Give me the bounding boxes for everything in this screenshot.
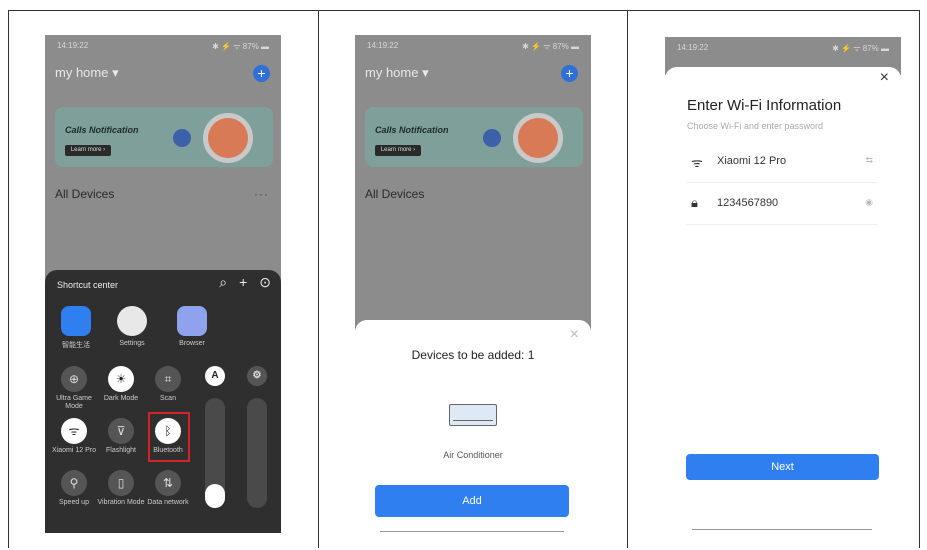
all-devices-heading: All Devices <box>365 187 425 201</box>
home-selector[interactable]: my home ▾ <box>365 65 429 81</box>
status-bar: 14:19:22 ✱ ⚡ ᯤ 87% ▬ <box>45 35 281 57</box>
data-network-icon: ⇅ <box>155 470 181 496</box>
wifi-network-field[interactable]: ᯤ Xiaomi 12 Pro ⇆ <box>687 141 877 183</box>
home-selector[interactable]: my home ▾ <box>55 65 119 81</box>
phone-call-icon <box>203 113 253 163</box>
volume-slider[interactable] <box>247 398 267 508</box>
banner-title: Calls Notification <box>375 125 449 135</box>
settings-icon <box>117 306 147 336</box>
calls-notification-banner[interactable]: Calls Notification Learn more › <box>55 107 273 167</box>
app-settings[interactable]: Settings <box>107 306 157 347</box>
switch-network-icon[interactable]: ⇆ <box>865 155 873 166</box>
air-conditioner-icon <box>449 404 497 426</box>
gear-icon[interactable]: ⚙ <box>247 366 267 386</box>
add-device-button[interactable]: + <box>561 65 578 82</box>
learn-more-button[interactable]: Learn more › <box>65 145 111 156</box>
status-icons: ✱ ⚡ ᯤ 87% ▬ <box>212 42 269 51</box>
wifi-info-subtitle: Choose Wi-Fi and enter password <box>687 121 824 131</box>
more-options-icon[interactable]: ··· <box>254 187 269 201</box>
status-time: 14:19:22 <box>367 41 399 50</box>
phone-screen-wifi-info: 14:19:22 ✱ ⚡ ᯤ 87% ▬ × Enter Wi-Fi Infor… <box>665 37 901 533</box>
wifi-password-field[interactable]: 🔒︎ 1234567890 ◉ <box>687 183 877 225</box>
panel-divider <box>318 10 319 548</box>
calls-notification-banner[interactable]: Calls Notification Learn more › <box>365 107 583 167</box>
status-icons: ✱ ⚡ ᯤ 87% ▬ <box>522 42 579 51</box>
toggle-wifi[interactable]: ᯤ Xiaomi 12 Pro <box>49 418 99 455</box>
add-button[interactable]: Add <box>375 485 569 517</box>
shortcut-center-panel: Shortcut center ⌕ + ⊙ 智能生活 Settings Brow… <box>45 270 281 533</box>
speed-up-icon: ⚲ <box>61 470 87 496</box>
lock-icon: 🔒︎ <box>691 195 698 210</box>
wifi-icon: ᯤ <box>691 155 703 170</box>
next-button[interactable]: Next <box>686 454 879 480</box>
eye-icon[interactable]: ◉ <box>865 197 873 208</box>
wifi-network-name: Xiaomi 12 Pro <box>717 155 787 167</box>
brightness-slider-fill <box>205 484 225 508</box>
shortcut-center-title: Shortcut center <box>57 280 119 290</box>
wifi-icon: ᯤ <box>61 418 87 444</box>
panel-divider <box>627 10 628 548</box>
vibration-icon: ▯ <box>108 470 134 496</box>
home-indicator <box>380 531 564 532</box>
auto-brightness-button[interactable]: A <box>205 366 225 386</box>
device-name: Air Conditioner <box>443 450 503 460</box>
dark-mode-icon: ☀ <box>108 366 134 392</box>
game-mode-icon: ⊕ <box>61 366 87 392</box>
wifi-info-sheet: × Enter Wi-Fi Information Choose Wi-Fi a… <box>665 67 901 533</box>
phone-screen-shortcut-center: 14:19:22 ✱ ⚡ ᯤ 87% ▬ my home ▾ + Calls N… <box>45 35 281 533</box>
close-icon[interactable]: × <box>570 326 579 344</box>
toggle-vibration-mode[interactable]: ▯ Vibration Mode <box>96 470 146 507</box>
browser-icon <box>177 306 207 336</box>
scan-icon: ⌗ <box>155 366 181 392</box>
smart-life-icon <box>61 306 91 336</box>
toggle-speed-up[interactable]: ⚲ Speed up <box>49 470 99 507</box>
toggle-flashlight[interactable]: ⊽ Flashlight <box>96 418 146 455</box>
status-bar: 14:19:22 ✱ ⚡ ᯤ 87% ▬ <box>665 37 901 59</box>
wifi-password-value: 1234567890 <box>717 197 779 209</box>
home-indicator <box>692 529 872 530</box>
brightness-slider[interactable] <box>205 398 225 508</box>
chat-bubble-icon <box>483 129 501 147</box>
all-devices-heading: All Devices <box>55 187 115 201</box>
app-browser[interactable]: Browser <box>167 306 217 347</box>
devices-to-add-sheet: × Devices to be added: 1 Air Conditioner… <box>355 320 591 533</box>
status-icons: ✱ ⚡ ᯤ 87% ▬ <box>832 44 889 53</box>
wifi-info-title: Enter Wi-Fi Information <box>687 97 842 114</box>
collapse-icon[interactable]: ⊙ <box>259 274 271 291</box>
app-smart-life[interactable]: 智能生活 <box>51 306 101 350</box>
toggle-data-network[interactable]: ⇅ Data network <box>143 470 193 507</box>
chat-bubble-icon <box>173 129 191 147</box>
toggle-scan[interactable]: ⌗ Scan <box>143 366 193 403</box>
status-time: 14:19:22 <box>57 41 89 50</box>
bluetooth-highlight-box <box>148 412 190 462</box>
plus-icon[interactable]: + <box>239 274 247 291</box>
phone-call-icon <box>513 113 563 163</box>
toggle-ultra-game-mode[interactable]: ⊕ Ultra Game Mode <box>49 366 99 411</box>
banner-title: Calls Notification <box>65 125 139 135</box>
phone-screen-add-device: 14:19:22 ✱ ⚡ ᯤ 87% ▬ my home ▾ + Calls N… <box>355 35 591 533</box>
devices-to-add-title: Devices to be added: 1 <box>411 348 535 362</box>
learn-more-button[interactable]: Learn more › <box>375 145 421 156</box>
close-icon[interactable]: × <box>880 69 889 87</box>
status-time: 14:19:22 <box>677 43 709 52</box>
flashlight-icon: ⊽ <box>108 418 134 444</box>
search-icon[interactable]: ⌕ <box>219 274 227 291</box>
add-device-button[interactable]: + <box>253 65 270 82</box>
status-bar: 14:19:22 ✱ ⚡ ᯤ 87% ▬ <box>355 35 591 57</box>
toggle-dark-mode[interactable]: ☀ Dark Mode <box>96 366 146 403</box>
